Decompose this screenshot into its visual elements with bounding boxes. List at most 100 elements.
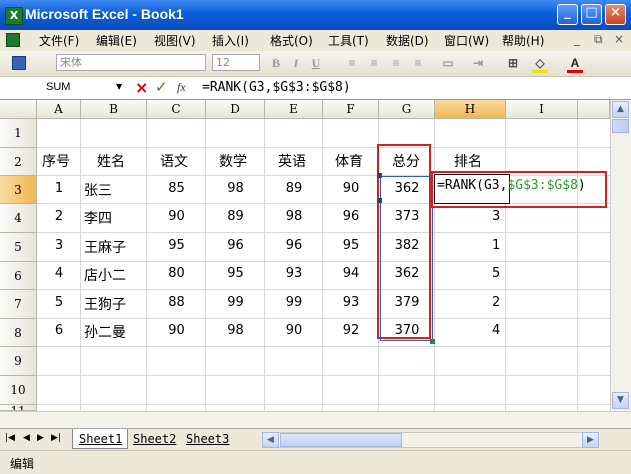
enter-icon[interactable]: ✓ [155, 78, 168, 96]
column-header-c[interactable]: C [147, 100, 206, 119]
chevron-down-icon[interactable]: ▼ [116, 82, 122, 91]
column-header-f[interactable]: F [323, 100, 379, 119]
first-sheet-icon[interactable]: |◀ [5, 433, 15, 443]
merge-center-icon[interactable]: ▭ [440, 55, 456, 71]
row-header-6[interactable]: 6 [0, 262, 37, 290]
table-cell[interactable]: 90 [147, 323, 206, 338]
table-cell[interactable]: 1 [37, 181, 81, 196]
table-cell[interactable]: 96 [265, 238, 323, 253]
table-cell[interactable]: 95 [206, 266, 265, 281]
align-left-icon[interactable]: ≡ [344, 55, 360, 71]
table-cell[interactable]: 89 [206, 209, 265, 224]
header-cell-index[interactable]: 序号 [42, 151, 70, 171]
insert-function-icon[interactable]: fx [177, 80, 186, 95]
menu-insert[interactable]: 插入(I) [212, 32, 249, 49]
header-cell-name[interactable]: 姓名 [97, 151, 125, 171]
next-sheet-icon[interactable]: ▶ [37, 433, 44, 443]
row-header-1[interactable]: 1 [0, 119, 37, 148]
column-header-e[interactable]: E [265, 100, 323, 119]
font-color-icon[interactable]: A [567, 55, 583, 71]
scroll-thumb[interactable] [612, 119, 629, 133]
table-cell[interactable]: 店小二 [84, 265, 126, 285]
header-cell-rank[interactable]: 排名 [454, 151, 482, 171]
header-cell-math[interactable]: 数学 [219, 151, 247, 171]
row-header-4[interactable]: 4 [0, 204, 37, 233]
align-right-icon[interactable]: ≡ [388, 55, 404, 71]
font-size-select[interactable]: 12 [212, 54, 260, 71]
table-cell[interactable]: 85 [147, 181, 206, 196]
table-cell[interactable]: 5 [37, 295, 81, 310]
menu-tools[interactable]: 工具(T) [328, 32, 369, 49]
menu-data[interactable]: 数据(D) [386, 32, 429, 49]
sheet-tab-3[interactable]: Sheet3 [186, 432, 229, 446]
table-cell[interactable]: 张三 [84, 180, 112, 200]
table-cell[interactable]: 95 [147, 238, 206, 253]
row-header-8[interactable]: 8 [0, 319, 37, 347]
table-cell[interactable]: 90 [323, 181, 379, 196]
vertical-scrollbar[interactable]: ▲ ▼ [610, 100, 631, 411]
column-header-i[interactable]: I [506, 100, 578, 119]
table-cell[interactable]: 88 [147, 295, 206, 310]
table-cell[interactable]: 96 [206, 238, 265, 253]
table-cell[interactable]: 98 [265, 209, 323, 224]
scroll-down-icon[interactable]: ▼ [612, 392, 629, 409]
align-center-icon[interactable]: ≡ [366, 55, 382, 71]
table-cell[interactable]: 93 [265, 266, 323, 281]
column-header-h[interactable]: H [435, 100, 506, 119]
range-handle[interactable] [430, 339, 435, 344]
justify-icon[interactable]: ≡ [410, 55, 426, 71]
doc-minimize-icon[interactable]: _ [574, 32, 580, 46]
sheet-tab-2[interactable]: Sheet2 [133, 432, 176, 446]
horizontal-scroll-thumb[interactable] [280, 433, 402, 447]
fill-color-icon[interactable]: ◇ [532, 55, 548, 71]
table-cell[interactable]: 6 [37, 323, 81, 338]
save-icon[interactable] [12, 56, 26, 70]
header-cell-english[interactable]: 英语 [278, 151, 306, 171]
table-cell[interactable]: 90 [265, 323, 323, 338]
table-cell[interactable]: 98 [206, 323, 265, 338]
last-sheet-icon[interactable]: ▶| [51, 433, 61, 443]
table-cell[interactable]: 王麻子 [84, 237, 126, 257]
menu-help[interactable]: 帮助(H) [502, 32, 544, 49]
table-cell[interactable]: 3 [37, 238, 81, 253]
scroll-up-icon[interactable]: ▲ [612, 101, 629, 118]
maximize-button[interactable]: □ [581, 4, 602, 25]
select-all-corner[interactable] [0, 100, 37, 119]
table-cell[interactable]: 94 [323, 266, 379, 281]
cancel-icon[interactable]: × [135, 78, 148, 97]
table-cell[interactable]: 王狗子 [84, 294, 126, 314]
menu-edit[interactable]: 编辑(E) [96, 32, 137, 49]
header-cell-pe[interactable]: 体育 [335, 151, 363, 171]
column-header-a[interactable]: A [37, 100, 81, 119]
menu-format[interactable]: 格式(O) [270, 32, 313, 49]
table-cell[interactable]: 李四 [84, 208, 112, 228]
row-header-2[interactable]: 2 [0, 148, 37, 176]
table-cell[interactable]: 90 [147, 209, 206, 224]
rank-cell[interactable]: 5 [492, 266, 500, 281]
table-cell[interactable]: 80 [147, 266, 206, 281]
scroll-right-icon[interactable]: ▶ [582, 432, 599, 448]
doc-close-icon[interactable]: × [614, 32, 624, 46]
close-button[interactable]: × [605, 4, 626, 25]
menu-file[interactable]: 文件(F) [39, 32, 79, 49]
rank-cell[interactable]: 2 [492, 295, 500, 310]
table-cell[interactable]: 4 [37, 266, 81, 281]
table-cell[interactable]: 96 [323, 209, 379, 224]
rank-cell[interactable]: 1 [492, 238, 500, 253]
italic-button[interactable]: I [288, 55, 304, 71]
formula-input[interactable]: =RANK(G3,$G$3:$G$8) [202, 80, 351, 95]
table-cell[interactable]: 95 [323, 238, 379, 253]
row-header-9[interactable]: 9 [0, 347, 37, 376]
column-header-g[interactable]: G [379, 100, 435, 119]
prev-sheet-icon[interactable]: ◀ [23, 433, 30, 443]
table-cell[interactable]: 99 [206, 295, 265, 310]
indent-icon[interactable]: ⇥ [470, 55, 486, 71]
menu-window[interactable]: 窗口(W) [444, 32, 489, 49]
menu-view[interactable]: 视图(V) [154, 32, 196, 49]
scroll-left-icon[interactable]: ◀ [262, 432, 279, 448]
rank-cell[interactable]: 4 [492, 323, 500, 338]
minimize-button[interactable]: _ [557, 4, 578, 25]
table-cell[interactable]: 2 [37, 209, 81, 224]
header-cell-chinese[interactable]: 语文 [160, 151, 188, 171]
table-cell[interactable]: 92 [323, 323, 379, 338]
